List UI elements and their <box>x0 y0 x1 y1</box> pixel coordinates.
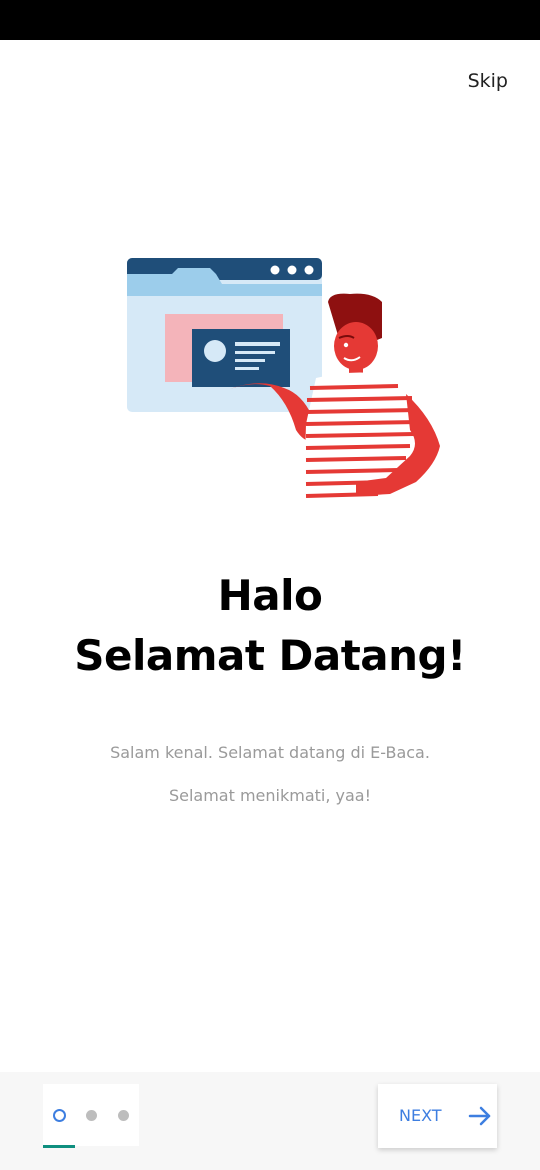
arrow-right-icon <box>468 1106 491 1126</box>
skip-button[interactable]: Skip <box>468 70 508 92</box>
active-page-underline <box>43 1145 75 1148</box>
bottom-navigation-bar: NEXT <box>0 1072 540 1170</box>
title-line-1: Halo <box>217 571 323 620</box>
page-indicator <box>43 1084 139 1146</box>
welcome-title: Halo Selamat Datang! <box>0 566 540 686</box>
page-dot-3[interactable] <box>118 1110 129 1121</box>
next-button[interactable]: NEXT <box>378 1084 497 1148</box>
next-label: NEXT <box>399 1106 442 1125</box>
page-dot-1[interactable] <box>53 1109 66 1122</box>
page-dot-2[interactable] <box>86 1110 97 1121</box>
subtitle-line-1: Salam kenal. Selamat datang di E-Baca. <box>110 743 430 762</box>
subtitle-line-2: Selamat menikmati, yaa! <box>168 786 372 805</box>
status-bar <box>0 0 540 40</box>
welcome-illustration <box>127 258 440 498</box>
title-line-2: Selamat Datang! <box>74 631 466 680</box>
